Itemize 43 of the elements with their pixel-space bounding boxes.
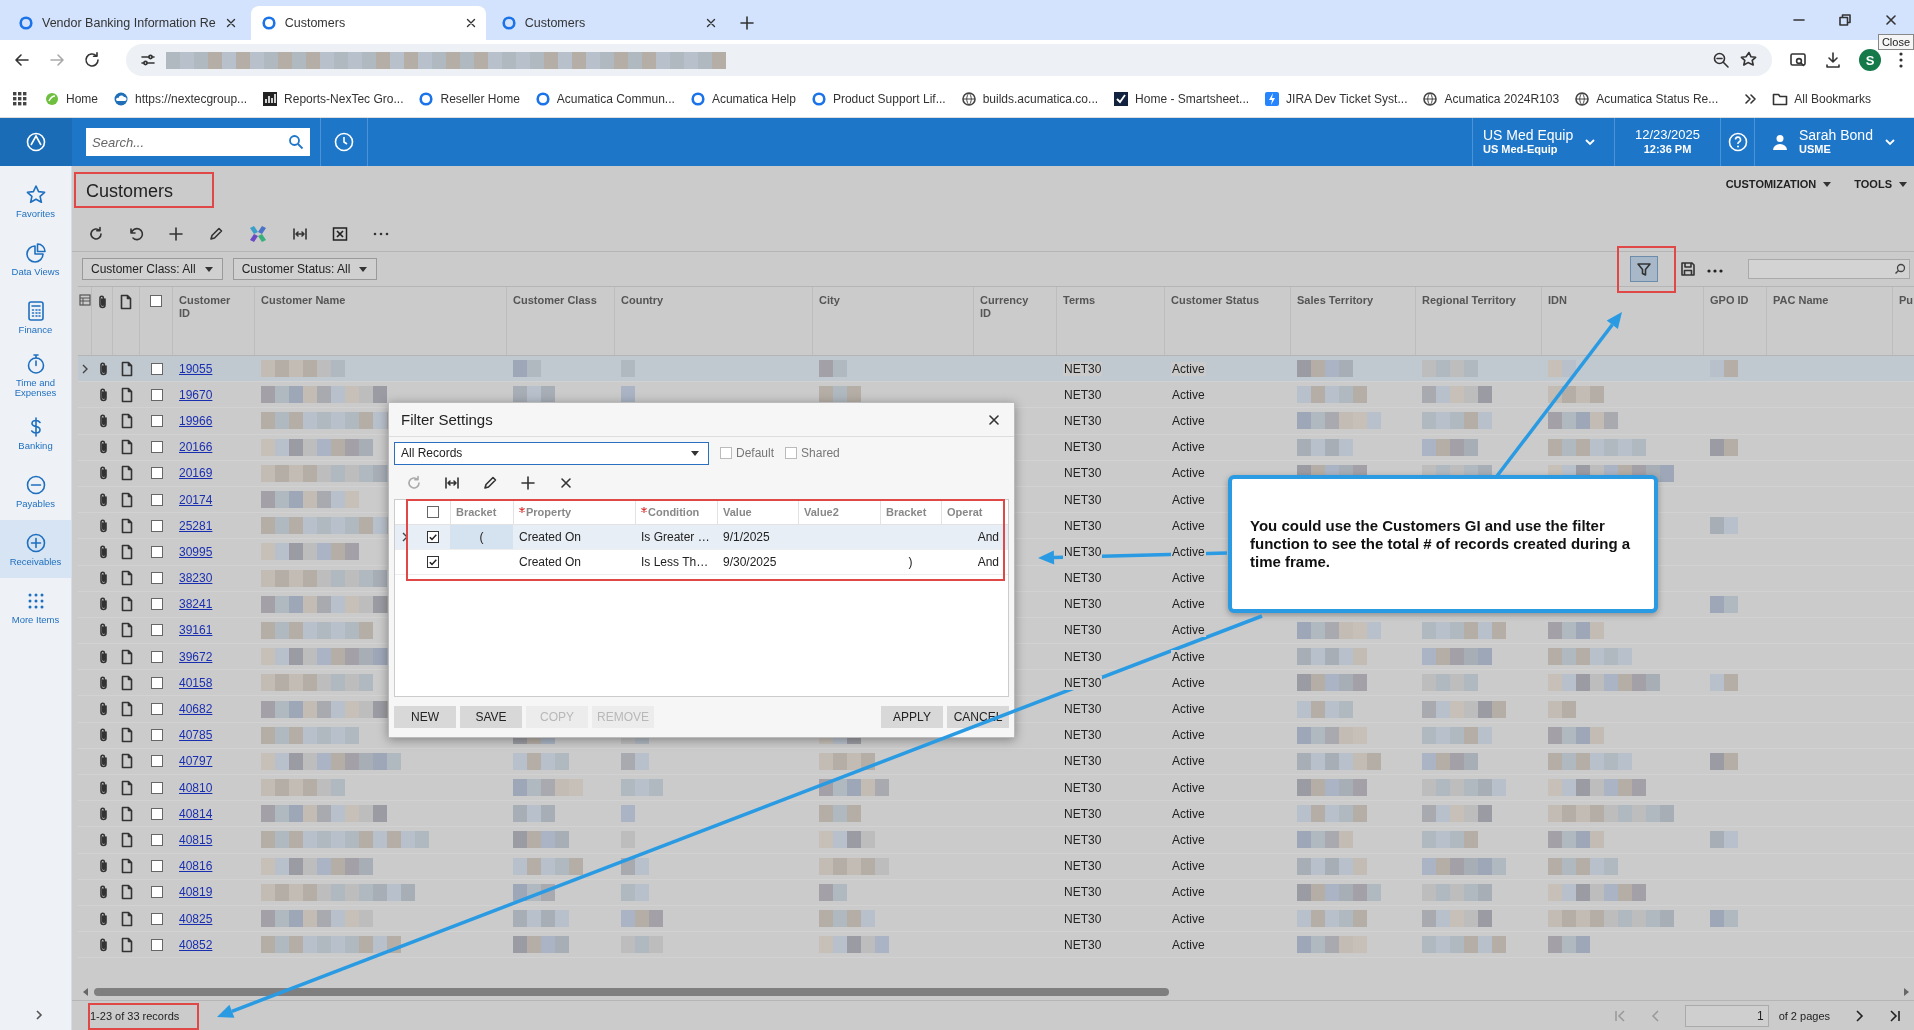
table-cell: Active — [1171, 649, 1206, 664]
table-cell: Active — [1171, 780, 1206, 795]
table-cell: ) — [908, 555, 913, 569]
table-cell: NET30 — [1063, 492, 1103, 507]
table-cell: 9/1/2025 — [723, 530, 770, 544]
table-cell: NET30 — [1063, 780, 1103, 795]
record-count: 1-23 of 33 records — [90, 1009, 180, 1022]
table-cell: NET30 — [1063, 911, 1103, 926]
table-cell: Created On — [519, 530, 582, 544]
table-cell: And — [977, 555, 999, 569]
table-cell: 9/30/2025 — [723, 555, 777, 569]
tooltip: Close — [1877, 34, 1914, 50]
table-cell: NET30 — [1063, 387, 1103, 402]
page-count: of 2 pages — [1778, 1009, 1830, 1022]
table-cell: NET30 — [1063, 806, 1103, 821]
table-cell: Created On — [519, 555, 582, 569]
table-cell: NET30 — [1063, 544, 1103, 559]
table-cell: Active — [1171, 806, 1206, 821]
table-cell: Active — [1171, 387, 1206, 402]
table-cell: Active — [1171, 413, 1206, 428]
table-cell: NET30 — [1063, 518, 1103, 533]
table-cell: Active — [1171, 492, 1206, 507]
table-cell: And — [977, 530, 999, 544]
table-cell: Is Greater … — [641, 530, 710, 544]
table-cell: NET30 — [1063, 413, 1103, 428]
table-cell: Is Less Th… — [641, 555, 709, 569]
dialog-title: Filter Settings — [401, 411, 493, 428]
table-cell: Active — [1171, 675, 1206, 690]
table-cell: Active — [1171, 832, 1206, 847]
table-cell: Active — [1171, 544, 1206, 559]
table-cell: Active — [1171, 623, 1206, 638]
table-cell: NET30 — [1063, 937, 1103, 952]
table-cell: NET30 — [1063, 649, 1103, 664]
table-cell: Active — [1171, 361, 1206, 376]
callout-text: You could use the Customers GI and use the filter function to see the total # of records created during a time frame. — [1250, 517, 1632, 571]
table-cell: Active — [1171, 937, 1206, 952]
table-cell: Active — [1171, 911, 1206, 926]
table-cell: NET30 — [1063, 675, 1103, 690]
table-cell: ( — [479, 530, 484, 544]
table-cell: NET30 — [1063, 832, 1103, 847]
table-cell: NET30 — [1063, 361, 1103, 376]
page-title: Customers — [86, 180, 174, 202]
table-cell: Active — [1171, 518, 1206, 533]
